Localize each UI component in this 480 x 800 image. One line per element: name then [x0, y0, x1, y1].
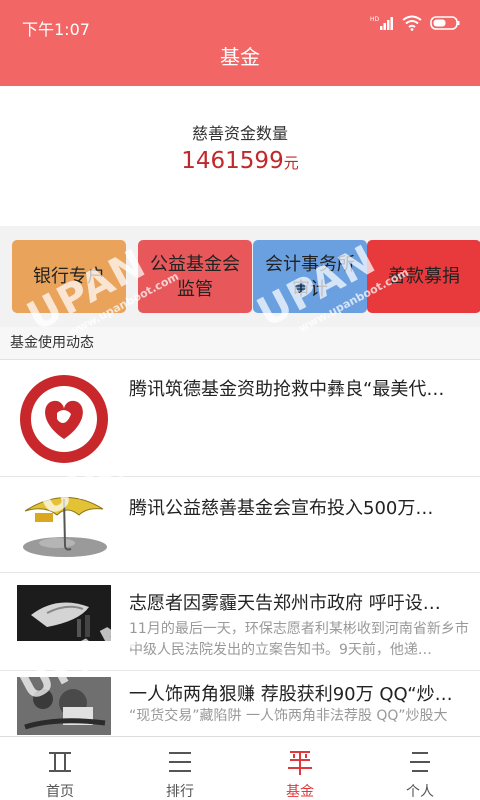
action-label: 善款募捐	[388, 266, 460, 287]
tab-label: 个人	[406, 784, 434, 800]
news-title: 腾讯筑德基金资助抢救中彝良“最美代…	[129, 379, 445, 400]
news-title: 腾讯公益慈善基金会宣布投入500万…	[129, 498, 434, 519]
fund-summary-card: 慈善资金数量 1461599元	[0, 86, 480, 226]
money-umbrella-image	[17, 487, 111, 563]
status-time: 下午1:07	[22, 20, 90, 39]
svg-text:HD: HD	[370, 16, 380, 23]
action-buttons: 银行专户 公益基金会监管 会计事务所审计 善款募捐	[0, 226, 480, 327]
news-title: 志愿者因雾霾天告郑州市政府 呼吁设…	[129, 593, 441, 614]
stock-trading-image	[17, 677, 111, 735]
signal-icon: HD	[370, 15, 394, 35]
person-icon	[408, 749, 432, 775]
app-bar: 基金	[0, 40, 480, 86]
tab-label: 排行	[166, 784, 194, 800]
news-summary: “现货交易”藏陷阱 一人饰两角非法荐股 QQ”炒股大	[129, 708, 448, 724]
smog-city-image	[17, 585, 111, 641]
fund-icon	[288, 749, 312, 775]
charity-seal-image	[20, 375, 108, 463]
tab-ranking[interactable]: 排行	[120, 737, 240, 800]
news-title: 一人饰两角狠赚 荐股获利90万 QQ“炒…	[129, 684, 453, 705]
battery-icon	[430, 15, 460, 35]
news-thumbnail	[17, 585, 111, 641]
tab-home[interactable]: 首页	[0, 737, 120, 800]
action-label: 银行专户	[33, 266, 105, 287]
foundation-supervision-button[interactable]: 公益基金会监管	[138, 240, 252, 313]
donation-button[interactable]: 善款募捐	[367, 240, 480, 313]
news-thumbnail	[17, 487, 111, 563]
home-icon	[48, 749, 72, 775]
fund-amount: 1461599元	[0, 148, 480, 174]
action-label: 公益基金会监管	[150, 253, 240, 300]
news-thumbnail	[17, 373, 111, 465]
tab-profile[interactable]: 个人	[360, 737, 480, 800]
tab-label: 首页	[46, 784, 74, 800]
list-icon	[168, 749, 192, 775]
fund-amount-value: 1461599	[181, 148, 284, 174]
fund-amount-unit: 元	[283, 154, 299, 172]
news-thumbnail	[17, 677, 111, 735]
tab-label: 基金	[286, 784, 314, 800]
news-list[interactable]: 腾讯筑德基金资助抢救中彝良“最美代… 腾讯公益慈善基金会宣布投入500万… 志愿…	[0, 360, 480, 736]
news-item[interactable]: 一人饰两角狠赚 荐股获利90万 QQ“炒… “现货交易”藏陷阱 一人饰两角非法荐…	[0, 671, 480, 736]
status-bar: 下午1:07 HD	[0, 0, 480, 40]
action-label: 会计事务所审计	[265, 253, 355, 300]
status-icons: HD	[370, 15, 460, 35]
bottom-tab-bar: 首页 排行 基金 个人	[0, 736, 480, 800]
page-title: 基金	[220, 45, 260, 69]
accounting-audit-button[interactable]: 会计事务所审计	[253, 240, 367, 313]
news-item[interactable]: 腾讯公益慈善基金会宣布投入500万…	[0, 477, 480, 573]
news-summary: 11月的最后一天，环保志愿者利某彬收到河南省新乡市中级人民法院发出的立案告知书。…	[129, 621, 469, 658]
news-item[interactable]: 志愿者因雾霾天告郑州市政府 呼吁设… 11月的最后一天，环保志愿者利某彬收到河南…	[0, 573, 480, 671]
fund-label: 慈善资金数量	[191, 124, 288, 143]
wifi-icon	[402, 15, 422, 35]
section-title: 基金使用动态	[0, 327, 480, 360]
tab-fund[interactable]: 基金	[240, 737, 360, 800]
news-item[interactable]: 腾讯筑德基金资助抢救中彝良“最美代…	[0, 360, 480, 477]
bank-account-button[interactable]: 银行专户	[12, 240, 126, 313]
